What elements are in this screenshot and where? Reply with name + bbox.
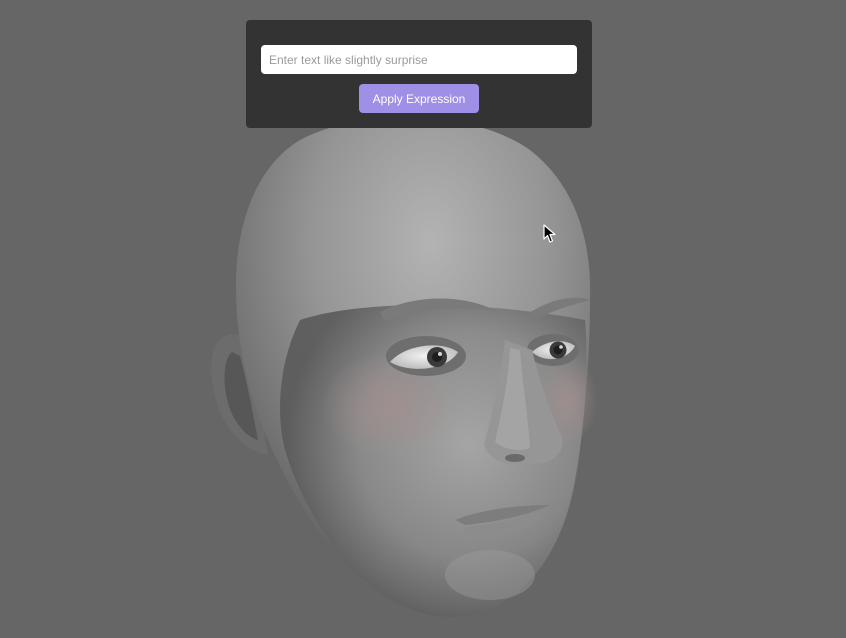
apply-expression-button[interactable]: Apply Expression bbox=[359, 84, 479, 113]
mouse-cursor-icon bbox=[543, 224, 556, 243]
nostril bbox=[505, 454, 525, 462]
expression-panel: Apply Expression bbox=[246, 20, 592, 128]
expression-input[interactable] bbox=[261, 45, 577, 74]
3d-viewport[interactable]: Apply Expression bbox=[0, 0, 846, 638]
